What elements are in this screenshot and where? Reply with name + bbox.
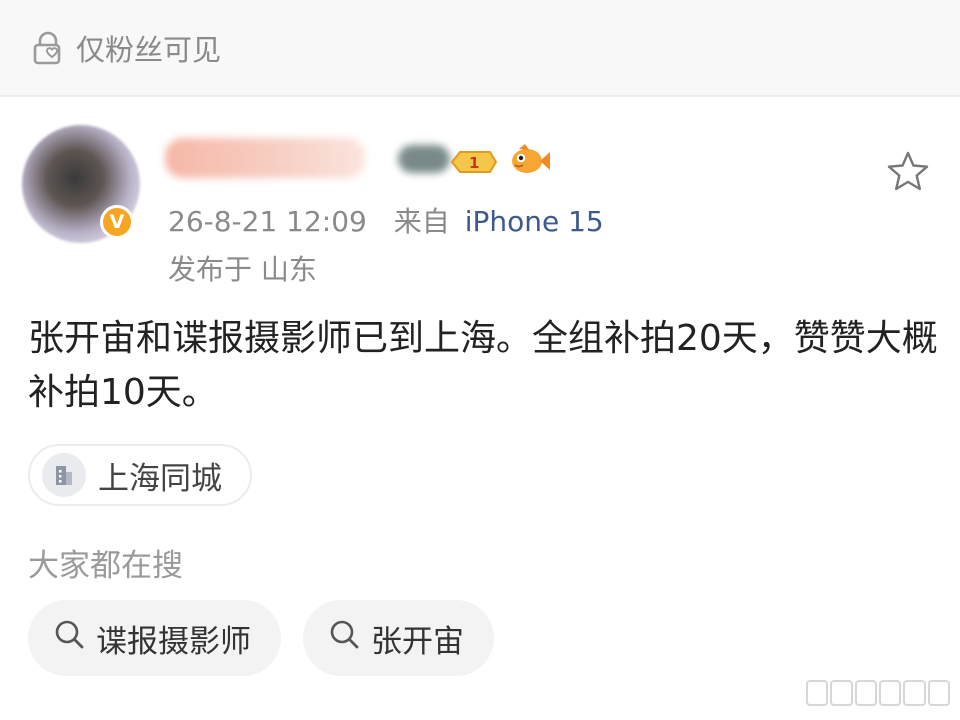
building-icon xyxy=(42,453,86,497)
user-level-badge-icon: 1 xyxy=(450,148,498,176)
search-icon xyxy=(327,617,361,659)
post-meta: 26-8-21 12:09 来自 iPhone 15 xyxy=(168,200,604,240)
post-timestamp: 26-8-21 12:09 xyxy=(168,205,367,238)
favorite-star-icon[interactable] xyxy=(884,148,932,196)
search-chip-2[interactable]: 张开宙 xyxy=(303,600,494,676)
visibility-label: 仅粉丝可见 xyxy=(76,33,222,67)
search-chip-1[interactable]: 谍报摄影师 xyxy=(28,600,281,676)
visibility-indicator: 仅粉丝可见 xyxy=(30,28,221,68)
trending-search-heading: 大家都在搜 xyxy=(28,548,183,584)
username-redacted[interactable] xyxy=(165,138,365,178)
topic-chip[interactable]: 上海同城 xyxy=(28,444,252,506)
trending-search-chips: 谍报摄影师 张开宙 xyxy=(28,600,494,676)
post-location: 发布于 山东 xyxy=(168,253,317,286)
watermark-blocks xyxy=(806,680,950,706)
search-chip-label: 谍报摄影师 xyxy=(96,623,251,660)
post-device-link[interactable]: iPhone 15 xyxy=(465,205,604,238)
search-icon xyxy=(52,617,86,659)
fish-badge-icon xyxy=(507,140,551,180)
post-body: 张开宙和谍报摄影师已到上海。全组补拍20天，赞赞大概补拍10天。 xyxy=(28,318,938,413)
divider xyxy=(0,95,960,97)
member-badge-redacted xyxy=(398,145,450,173)
user-level-number: 1 xyxy=(469,154,479,172)
verified-badge-icon: V xyxy=(100,205,134,239)
lock-heart-icon xyxy=(30,30,66,66)
topic-label: 上海同城 xyxy=(98,460,222,497)
post-source-prefix: 来自 xyxy=(393,205,450,238)
avatar[interactable]: V xyxy=(22,125,140,243)
search-chip-label: 张开宙 xyxy=(371,623,464,660)
